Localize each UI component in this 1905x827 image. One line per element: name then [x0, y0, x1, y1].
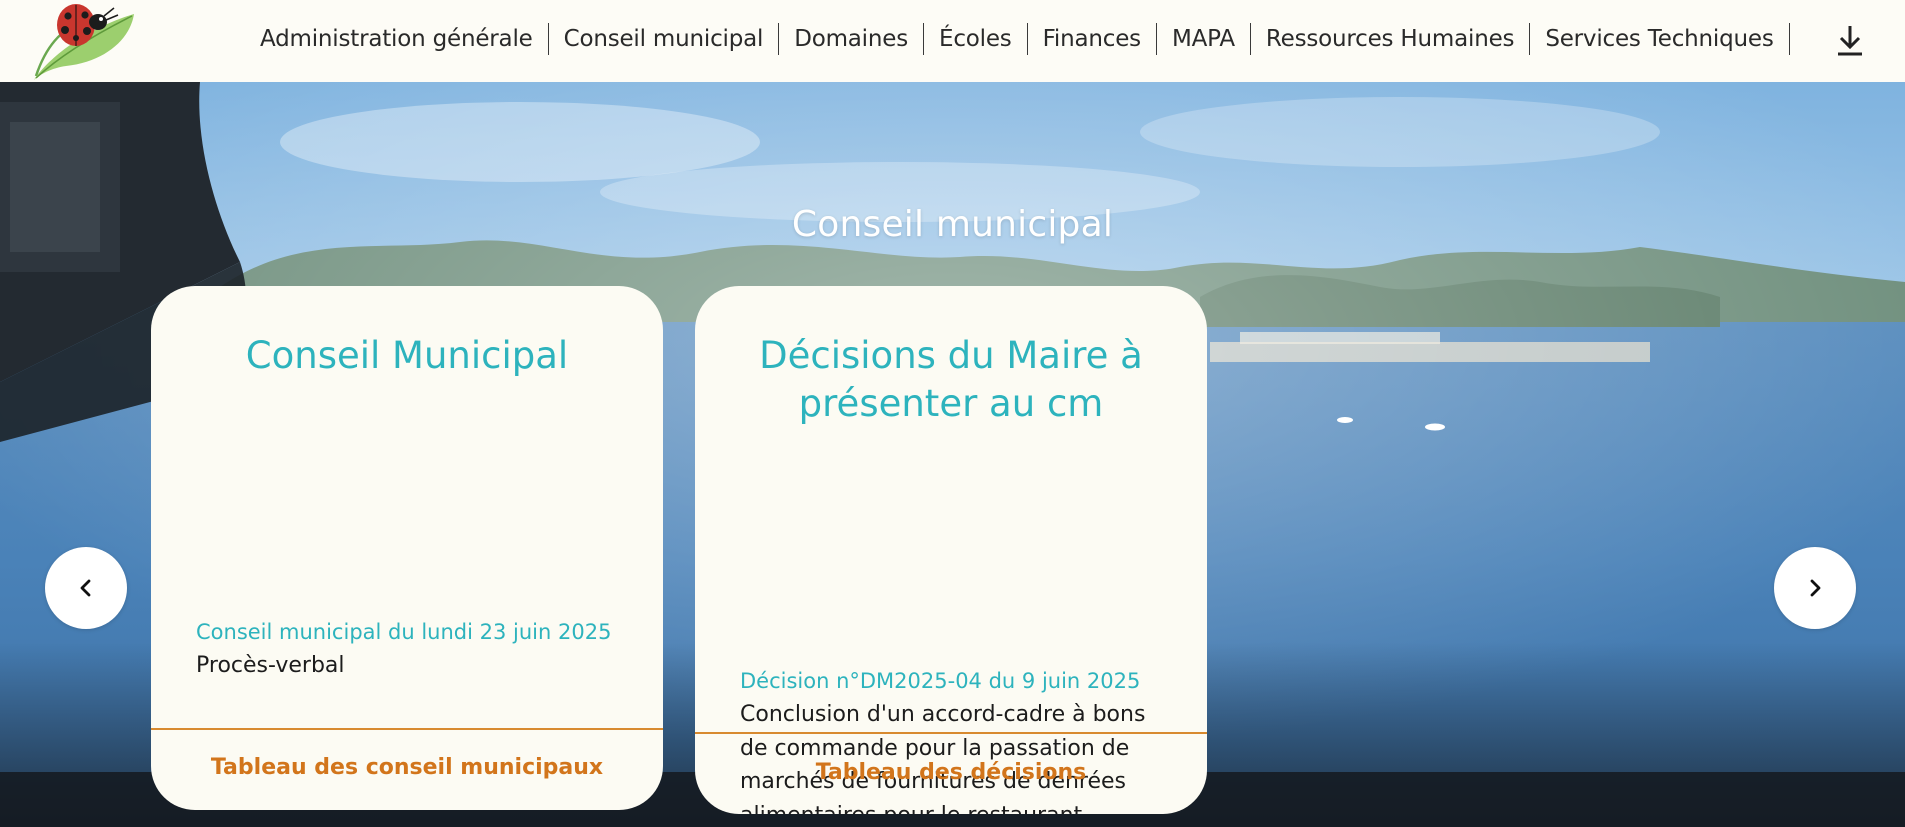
card-divider: [695, 732, 1207, 734]
carousel-prev-button[interactable]: [45, 547, 127, 629]
carousel-next-button[interactable]: [1774, 547, 1856, 629]
download-icon[interactable]: [1832, 22, 1868, 58]
nav-item-services-techniques[interactable]: Services Techniques: [1530, 23, 1790, 55]
card-title: Décisions du Maire à présenter au cm: [759, 334, 1143, 425]
meeting-link[interactable]: Conseil municipal du lundi 23 juin 2025: [196, 616, 623, 649]
site-header: Administration générale Conseil municipa…: [0, 0, 1905, 82]
decisions-table-link[interactable]: Tableau des décisions: [695, 760, 1207, 785]
chevron-right-icon: [1810, 579, 1821, 597]
ladybug-logo-icon[interactable]: [30, 0, 138, 82]
hero-section: Conseil municipal Conseil Municipal Cons…: [0, 82, 1905, 827]
nav-item-finances[interactable]: Finances: [1028, 23, 1157, 55]
nav-item-administration[interactable]: Administration générale: [252, 23, 549, 55]
card-conseil-municipal: Conseil Municipal Conseil municipal du l…: [151, 286, 663, 810]
meeting-description: Procès-verbal: [196, 653, 345, 678]
nav-item-ecoles[interactable]: Écoles: [924, 23, 1028, 55]
card-decisions-maire: Décisions du Maire à présenter au cm Déc…: [695, 286, 1207, 814]
nav-item-mapa[interactable]: MAPA: [1157, 23, 1251, 55]
decision-link[interactable]: Décision n°DM2025-04 du 9 juin 2025: [740, 665, 1167, 698]
decision-description: Conclusion d'un accord-cadre à bons de c…: [740, 702, 1146, 814]
chevron-left-icon: [80, 579, 91, 597]
nav-item-ressources-humaines[interactable]: Ressources Humaines: [1251, 23, 1531, 55]
nav-item-conseil-municipal[interactable]: Conseil municipal: [549, 23, 780, 55]
nav-item-domaines[interactable]: Domaines: [779, 23, 924, 55]
card-divider: [151, 728, 663, 730]
conseil-table-link[interactable]: Tableau des conseil municipaux: [151, 755, 663, 780]
main-nav: Administration générale Conseil municipa…: [252, 20, 1790, 58]
section-title: Conseil municipal: [791, 204, 1114, 245]
card-title: Conseil Municipal: [245, 334, 569, 377]
